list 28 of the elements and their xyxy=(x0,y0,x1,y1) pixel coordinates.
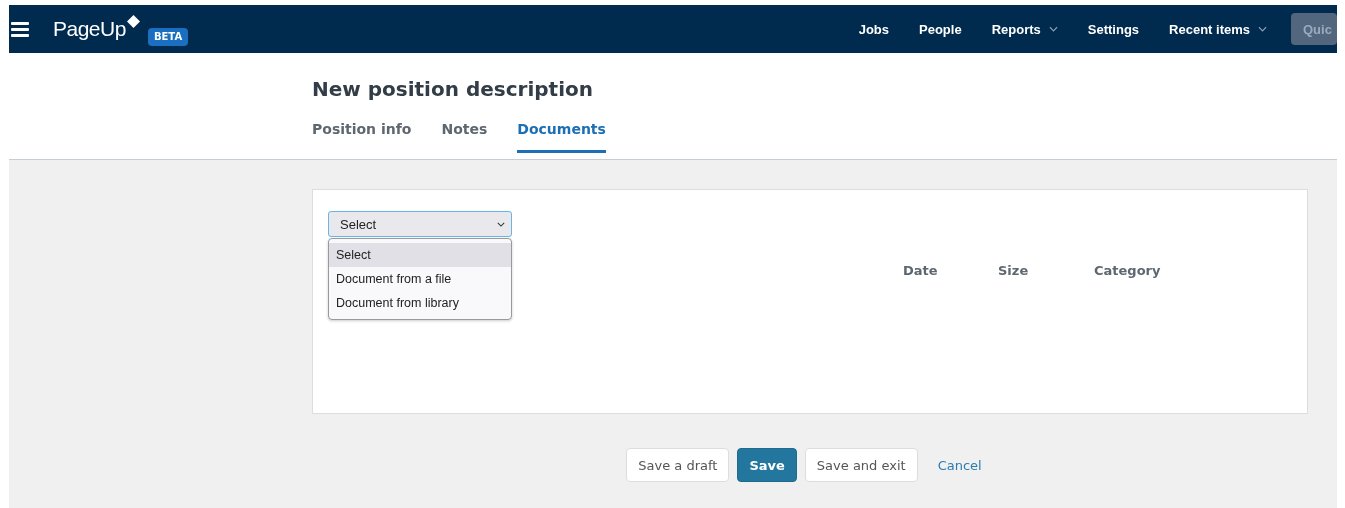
nav-link[interactable]: Jobs xyxy=(858,21,890,37)
dropdown-option[interactable]: Document from a file xyxy=(329,267,511,291)
column-header: Size xyxy=(998,263,1030,278)
action-button[interactable]: Save a draft xyxy=(626,448,730,482)
logo-text[interactable]: PageUp xyxy=(53,14,126,44)
diamond-icon xyxy=(126,15,140,28)
nav-link[interactable]: Settings xyxy=(1087,21,1140,37)
beta-badge: BETA xyxy=(147,28,189,46)
page-title: New position description xyxy=(312,76,594,103)
nav-link[interactable]: Recent items xyxy=(1169,21,1267,37)
nav-link[interactable]: Reports xyxy=(991,21,1058,37)
document-select[interactable]: Select xyxy=(328,211,512,237)
chevron-down-icon xyxy=(1258,26,1267,32)
column-header: Date xyxy=(903,263,939,278)
menu-icon[interactable] xyxy=(11,21,29,37)
tab[interactable]: Documents xyxy=(517,118,606,153)
action-button[interactable]: Save xyxy=(737,448,797,482)
nav-link[interactable]: People xyxy=(919,21,962,37)
chevron-down-icon xyxy=(497,221,505,227)
cancel-link[interactable]: Cancel xyxy=(925,448,994,482)
tab[interactable]: Position info xyxy=(312,118,412,153)
dropdown-option[interactable]: Document from library xyxy=(329,291,511,315)
dropdown-option[interactable]: Select xyxy=(329,243,511,267)
chevron-down-icon xyxy=(1048,26,1058,32)
search-field[interactable]: Quic xyxy=(1291,13,1337,45)
tab[interactable]: Notes xyxy=(441,118,488,153)
action-button[interactable]: Save and exit xyxy=(804,448,918,482)
column-header: Category xyxy=(1094,263,1161,278)
